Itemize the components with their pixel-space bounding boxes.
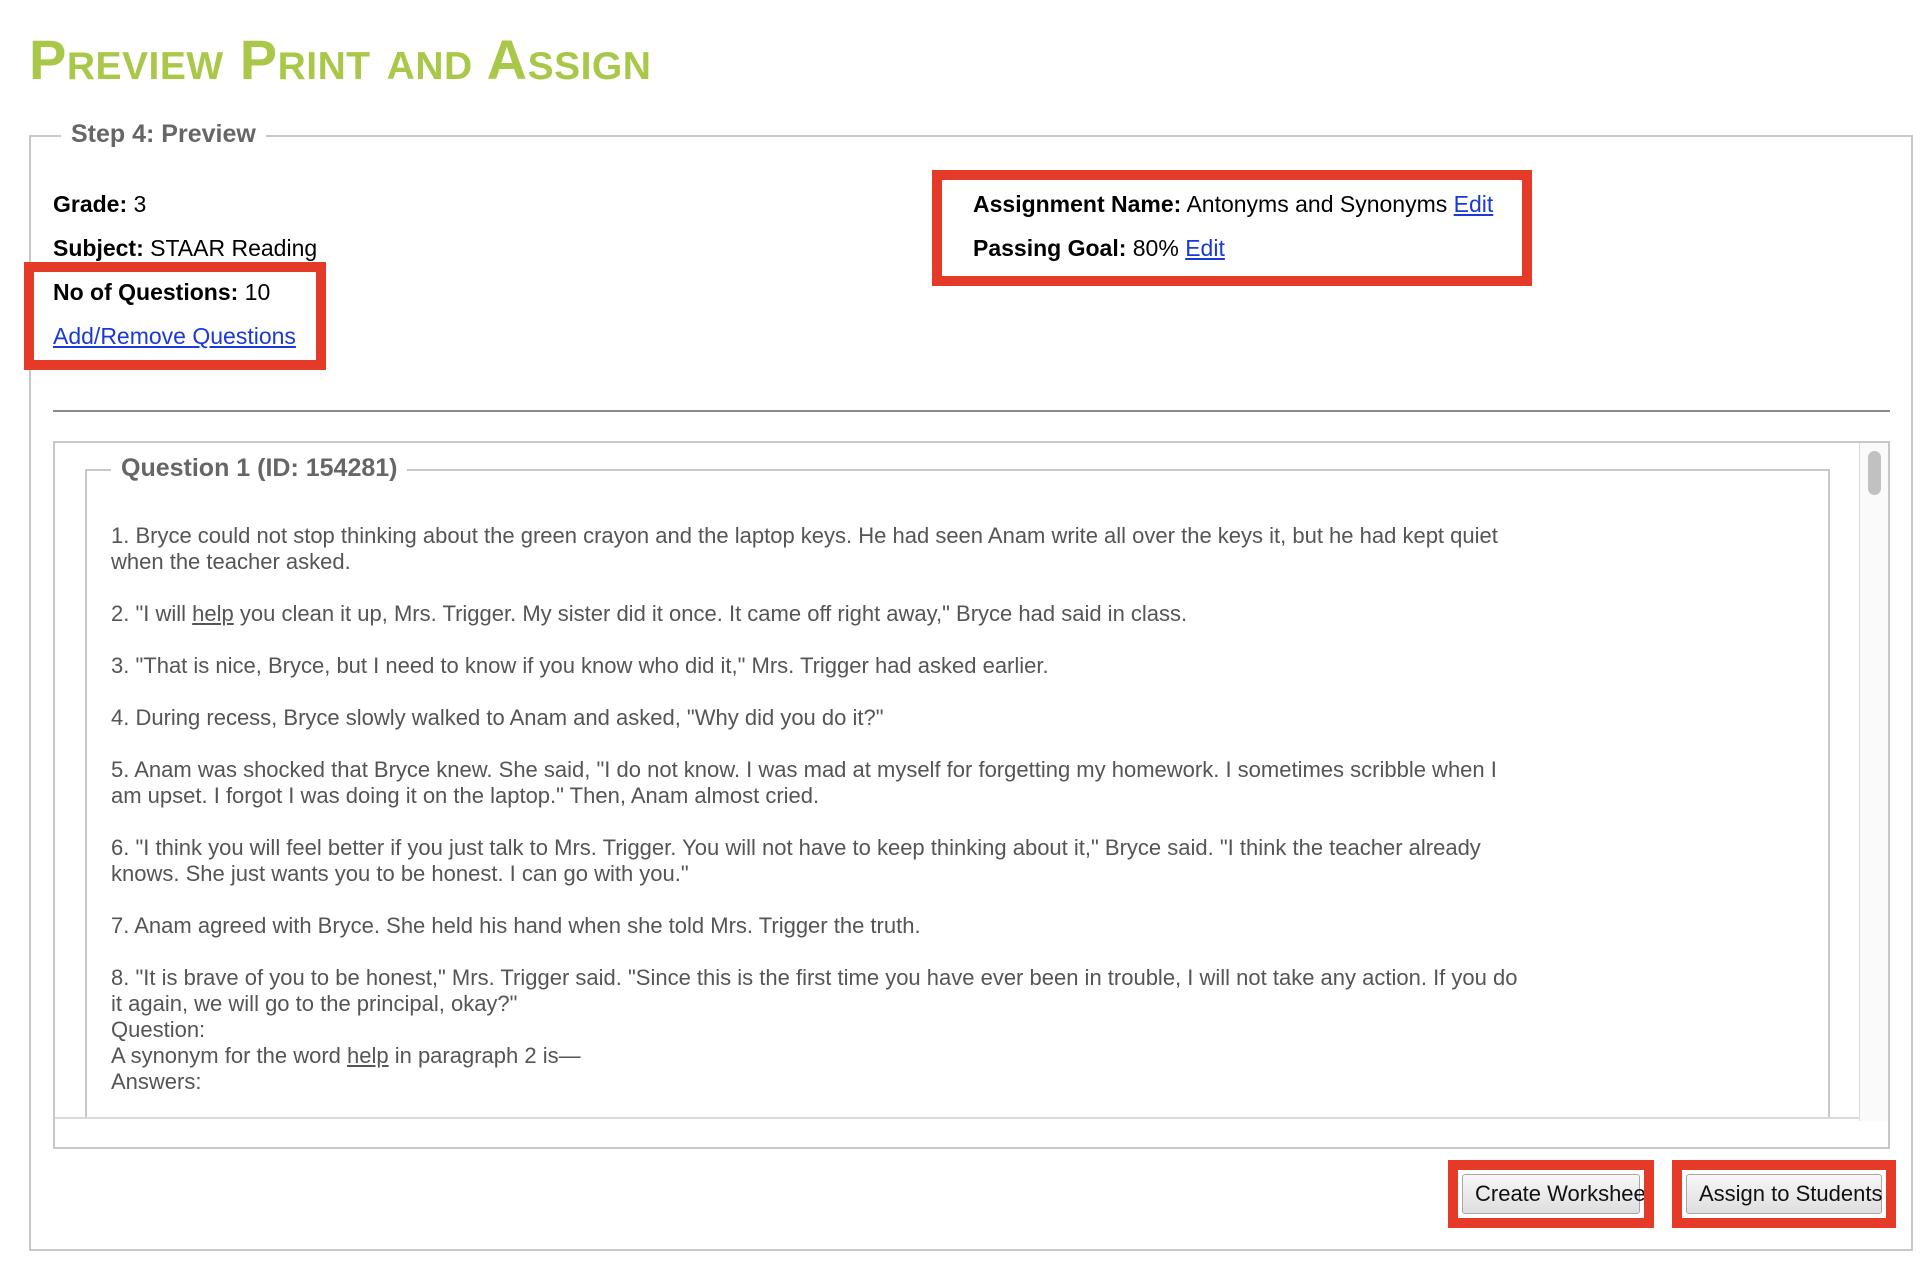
passage-paragraph: 7. Anam agreed with Bryce. She held his … <box>111 913 921 938</box>
highlight-box-assignment <box>932 170 1532 286</box>
section-divider <box>53 410 1890 412</box>
subject-label: Subject: <box>53 235 144 261</box>
passage-paragraph: 6. "I think you will feel better if you … <box>111 835 1481 886</box>
step-legend: Step 4: Preview <box>61 117 266 151</box>
question-preview-scroll-area[interactable]: Question 1 (ID: 154281) 1. Bryce could n… <box>53 441 1890 1149</box>
grade-value: 3 <box>133 191 147 217</box>
question-fieldset: Question 1 (ID: 154281) 1. Bryce could n… <box>85 451 1830 1147</box>
passage-paragraph: 8. "It is brave of you to be honest," Mr… <box>111 965 1518 1016</box>
passage-paragraph: 1. Bryce could not stop thinking about t… <box>111 523 1498 574</box>
passage-paragraph: 5. Anam was shocked that Bryce knew. She… <box>111 757 1497 808</box>
grade-label: Grade: <box>53 191 128 217</box>
vertical-scrollbar[interactable] <box>1859 443 1888 1121</box>
highlight-box-create-worksheet <box>1448 1160 1654 1228</box>
question-label: Question: <box>111 1017 206 1042</box>
subject-row: Subject: STAAR Reading <box>53 233 317 263</box>
underlined-word: help <box>192 601 234 626</box>
passage-paragraph: 4. During recess, Bryce slowly walked to… <box>111 705 884 730</box>
highlight-box-questions <box>24 262 326 370</box>
page: Preview Print and Assign Step 4: Preview… <box>0 0 1926 1266</box>
grade-row: Grade: 3 <box>53 189 146 219</box>
question-body: 1. Bryce could not stop thinking about t… <box>111 523 1521 1095</box>
passage-paragraph: 3. "That is nice, Bryce, but I need to k… <box>111 653 1049 678</box>
underlined-word: help <box>347 1043 389 1068</box>
page-title: Preview Print and Assign <box>29 28 652 91</box>
answers-label: Answers: <box>111 1069 202 1094</box>
question-prompt: A synonym for the word help in paragraph… <box>111 1043 581 1068</box>
horizontal-scrollbar[interactable] <box>55 1117 1888 1147</box>
passage-paragraph: 2. "I will help you clean it up, Mrs. Tr… <box>111 601 1188 626</box>
question-legend: Question 1 (ID: 154281) <box>111 451 408 485</box>
highlight-box-assign-students <box>1672 1160 1896 1228</box>
scrollbar-thumb[interactable] <box>1868 451 1881 495</box>
subject-value: STAAR Reading <box>150 235 318 261</box>
